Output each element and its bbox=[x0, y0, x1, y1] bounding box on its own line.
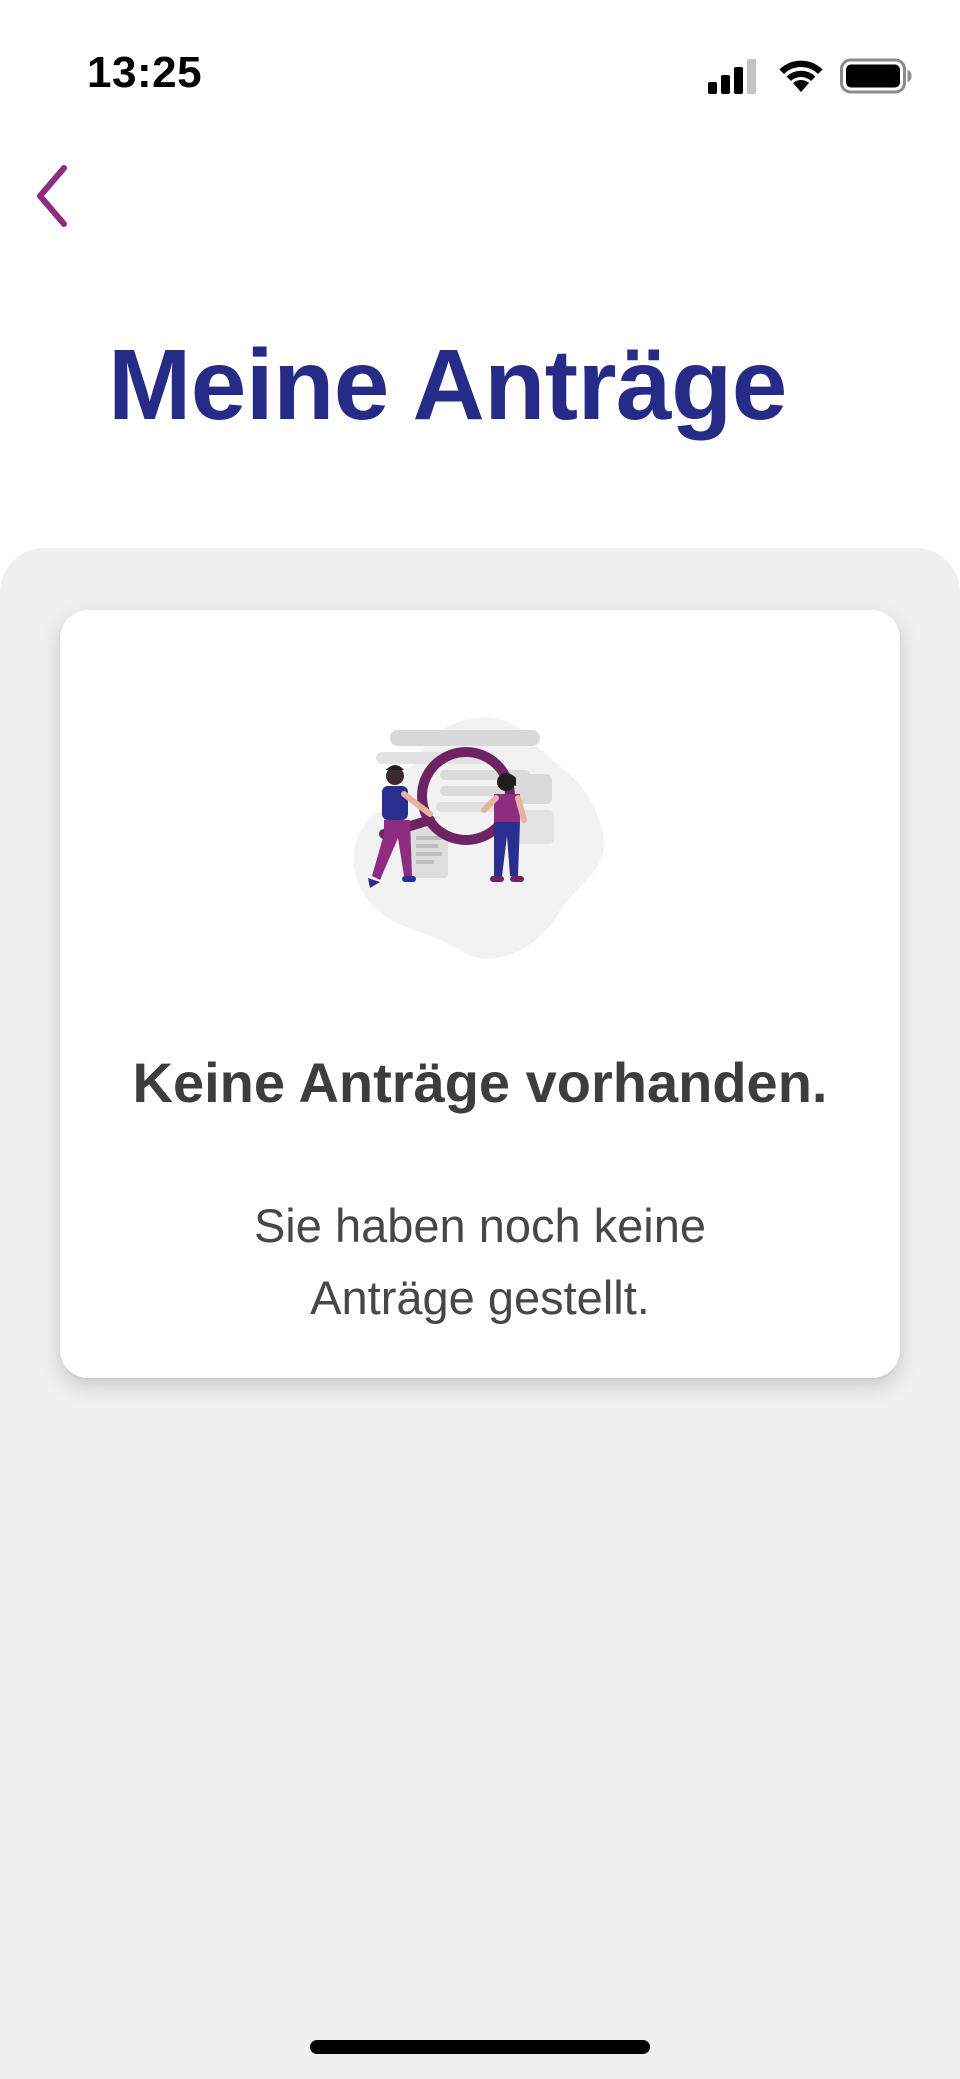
empty-state-description: Sie haben noch keine Anträge gestellt. bbox=[253, 1199, 707, 1324]
battery-icon bbox=[840, 58, 912, 94]
status-time: 13:25 bbox=[87, 48, 203, 97]
signal-icon bbox=[708, 58, 760, 94]
chevron-left-icon bbox=[30, 160, 78, 237]
content-area: Keine Anträge vorhanden. Sie haben noch … bbox=[0, 548, 960, 2079]
empty-state-title: Keine Anträge vorhanden. bbox=[132, 1051, 828, 1114]
back-button[interactable] bbox=[14, 158, 94, 238]
search-people-illustration bbox=[340, 710, 630, 980]
home-indicator[interactable] bbox=[310, 2040, 650, 2054]
wifi-icon bbox=[778, 58, 824, 94]
status-bar: 13:25 bbox=[0, 0, 960, 150]
empty-state-card: Keine Anträge vorhanden. Sie haben noch … bbox=[60, 610, 900, 1378]
status-icons bbox=[708, 56, 912, 96]
page-title: Meine Anträge bbox=[108, 329, 787, 441]
